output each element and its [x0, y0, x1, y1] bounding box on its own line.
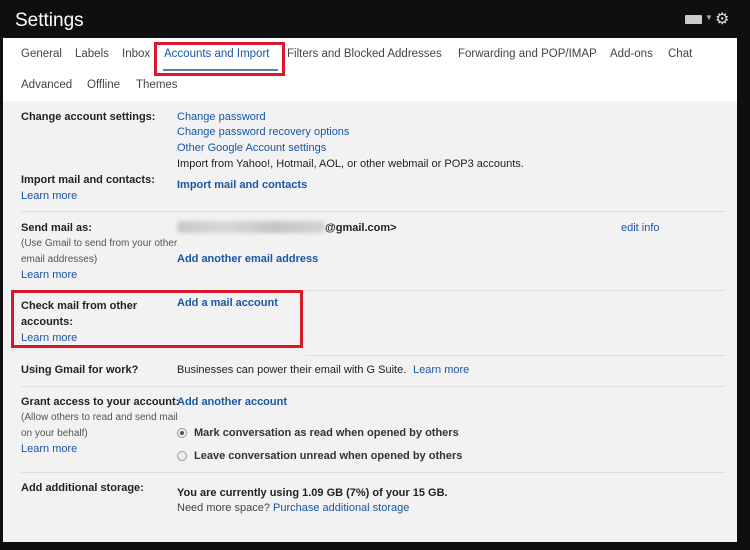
blurred-name [177, 221, 325, 233]
grant-sub: (Allow others to read and send mail [21, 412, 178, 423]
storage-label: Add additional storage: [21, 482, 144, 494]
send-mail-sub: email addresses) [21, 254, 98, 265]
keyboard-icon[interactable] [685, 15, 702, 24]
import-label: Import mail and contacts: [21, 174, 155, 186]
import-note: Import from Yahoo!, Hotmail, AOL, or oth… [177, 158, 524, 170]
tab-add-ons[interactable]: Add-ons [610, 48, 653, 60]
other-google-settings-link[interactable]: Other Google Account settings [177, 142, 326, 154]
tab-offline[interactable]: Offline [87, 79, 120, 91]
change-password-link[interactable]: Change password [177, 111, 266, 123]
send-mail-label: Send mail as: [21, 222, 92, 234]
add-email-address-link[interactable]: Add another email address [177, 253, 318, 265]
divider [21, 472, 725, 473]
highlight-box-check-mail [11, 290, 303, 348]
divider [305, 355, 725, 356]
import-mail-link[interactable]: Import mail and contacts [177, 179, 307, 191]
mark-read-label[interactable]: Mark conversation as read when opened by… [194, 427, 459, 439]
chevron-down-icon[interactable]: ▼ [705, 13, 713, 22]
send-learn-more[interactable]: Learn more [21, 269, 77, 281]
change-account-label: Change account settings: [21, 111, 156, 123]
mark-read-radio[interactable] [177, 428, 187, 438]
grant-learn-more[interactable]: Learn more [21, 443, 77, 455]
grant-sub: on your behalf) [21, 428, 88, 439]
change-recovery-link[interactable]: Change password recovery options [177, 126, 349, 138]
divider [21, 386, 725, 387]
tab-inbox[interactable]: Inbox [122, 48, 150, 60]
add-another-account-link[interactable]: Add another account [177, 396, 287, 408]
grant-access-label: Grant access to your account: [21, 396, 180, 408]
tab-themes[interactable]: Themes [136, 79, 178, 91]
tab-forwarding[interactable]: Forwarding and POP/IMAP [458, 48, 597, 60]
gsuite-text: Businesses can power their email with G … [177, 364, 407, 376]
highlight-box-tab [154, 42, 285, 76]
tab-chat[interactable]: Chat [668, 48, 692, 60]
import-learn-more[interactable]: Learn more [21, 190, 77, 202]
gmail-work-label: Using Gmail for work? [21, 364, 139, 376]
purchase-storage-link[interactable]: Purchase additional storage [273, 502, 409, 514]
tab-filters[interactable]: Filters and Blocked Addresses [287, 48, 442, 60]
edit-info-link[interactable]: edit info [621, 222, 660, 234]
divider [21, 211, 725, 212]
need-more-space: Need more space? [177, 502, 270, 514]
gear-icon[interactable]: ⚙ [715, 9, 729, 29]
leave-unread-radio[interactable] [177, 451, 187, 461]
storage-usage: You are currently using 1.09 GB (7%) of … [177, 487, 448, 499]
tab-advanced[interactable]: Advanced [21, 79, 72, 91]
tab-general[interactable]: General [21, 48, 62, 60]
leave-unread-label[interactable]: Leave conversation unread when opened by… [194, 450, 462, 462]
send-email-address: @gmail.com> [325, 222, 397, 234]
gsuite-learn-more[interactable]: Learn more [413, 364, 469, 376]
page-title: Settings [15, 10, 84, 31]
send-mail-sub: (Use Gmail to send from your other [21, 238, 178, 249]
tab-labels[interactable]: Labels [75, 48, 109, 60]
